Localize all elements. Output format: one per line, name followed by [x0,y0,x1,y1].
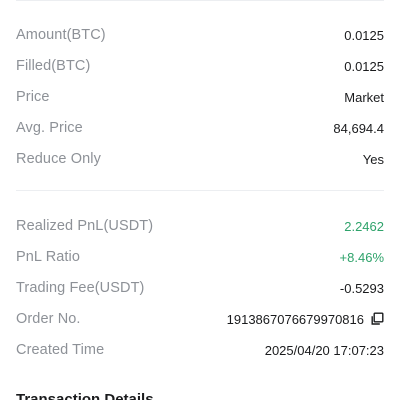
price-value: Market [344,89,384,105]
row-pnl-ratio: PnL Ratio +8.46% [16,246,384,268]
avg-price-label: Avg. Price [16,120,83,136]
amount-label: Amount(BTC) [16,27,106,43]
created-time-label: Created Time [16,342,105,358]
top-divider [16,0,384,1]
row-trading-fee: Trading Fee(USDT) -0.5293 [16,277,384,299]
row-filled: Filled(BTC) 0.0125 [16,55,384,77]
avg-price-value: 84,694.4 [333,120,384,136]
order-no-label: Order No. [16,311,81,327]
order-no-value-wrap: 1913867076679970816 [227,312,384,327]
row-amount: Amount(BTC) 0.0125 [16,24,384,46]
order-details-screen: Amount(BTC) 0.0125 Filled(BTC) 0.0125 Pr… [0,0,400,400]
trading-fee-label: Trading Fee(USDT) [16,280,145,296]
row-reduce-only: Reduce Only Yes [16,148,384,170]
filled-label: Filled(BTC) [16,58,91,74]
pnl-ratio-label: PnL Ratio [16,249,81,265]
order-no-value: 1913867076679970816 [226,311,364,327]
pnl-ratio-value: +8.46% [339,249,384,265]
amount-value: 0.0125 [344,27,384,43]
realized-pnl-value: 2.2462 [344,218,384,234]
realized-pnl-label: Realized PnL(USDT) [16,218,154,234]
reduce-only-value: Yes [362,151,384,167]
trading-fee-value: -0.5293 [339,280,384,296]
copy-icon[interactable] [370,312,384,326]
created-time-value: 2025/04/20 17:07:23 [264,342,384,358]
price-label: Price [16,89,50,105]
row-avg-price: Avg. Price 84,694.4 [16,117,384,139]
row-order-no: Order No. 1913867076679970816 [16,308,384,330]
reduce-only-label: Reduce Only [16,151,101,167]
transaction-details-title: Transaction Details [16,391,154,400]
row-realized-pnl: Realized PnL(USDT) 2.2462 [16,215,384,237]
row-price: Price Market [16,86,384,108]
section-divider [16,190,384,191]
filled-value: 0.0125 [344,58,384,74]
row-created-time: Created Time 2025/04/20 17:07:23 [16,339,384,361]
